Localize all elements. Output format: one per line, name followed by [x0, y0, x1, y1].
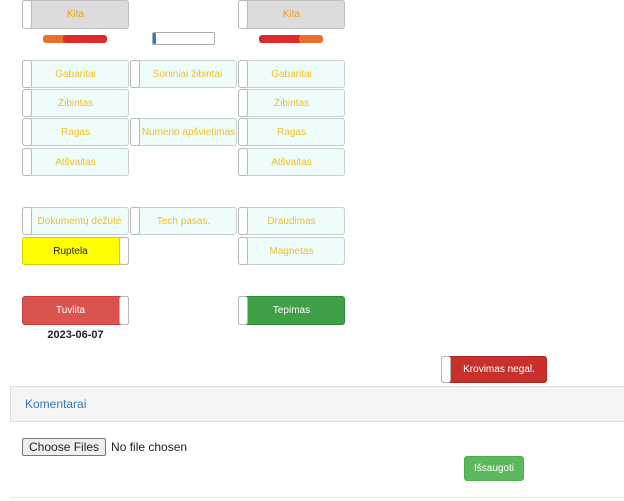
file-input[interactable]: Choose Files No file chosen: [22, 438, 187, 456]
gabaritai-right-label: Gabaritai: [271, 68, 312, 80]
ragas-right-label: Ragas: [277, 126, 306, 138]
toggle-knob: [238, 89, 248, 117]
krovimas-toggle[interactable]: Krovimas negal.: [441, 356, 547, 383]
toggle-knob: [119, 237, 129, 265]
kita-left-toggle[interactable]: Kita: [22, 0, 129, 29]
toggle-knob: [22, 60, 32, 88]
toggle-knob: [238, 60, 248, 88]
zibintas-right-label: Žibintas: [273, 97, 309, 109]
comments-panel-heading[interactable]: Komentarai: [10, 386, 624, 422]
toggle-knob: [22, 0, 32, 29]
toggle-knob: [238, 148, 248, 176]
ragas-right-toggle[interactable]: Ragas: [238, 118, 345, 146]
toggle-knob: [22, 148, 32, 176]
atsvaitas-left-toggle[interactable]: Atšvaitas: [22, 148, 129, 176]
toggle-knob: [22, 118, 32, 146]
zibintas-right-toggle[interactable]: Žibintas: [238, 89, 345, 117]
tepimas-toggle[interactable]: Tepimas: [238, 296, 345, 325]
progress-bar: [152, 32, 215, 45]
save-button[interactable]: Išsaugoti: [464, 456, 524, 481]
toggle-knob: [238, 118, 248, 146]
toggle-knob: [441, 356, 451, 383]
ruptela-label: Ruptela: [53, 245, 88, 257]
kita-left-label: Kita: [66, 9, 85, 20]
soniniai-zibintai-toggle[interactable]: Šoniniai žibintai: [130, 60, 237, 88]
toggle-knob: [130, 207, 140, 235]
soniniai-zibintai-label: Šoniniai žibintai: [152, 68, 223, 80]
magnetas-label: Magnetas: [269, 245, 314, 257]
atsvaitas-right-toggle[interactable]: Atšvaitas: [238, 148, 345, 176]
atsvaitas-right-label: Atšvaitas: [271, 156, 312, 168]
numerio-apsvietimas-label: Numerio apšvietimas: [141, 126, 236, 138]
dokumentu-dezute-toggle[interactable]: Dokumentų dėžutė: [22, 207, 129, 235]
indicator-segment-red: [83, 35, 107, 43]
draudimas-label: Draudimas: [267, 215, 316, 227]
toggle-knob: [119, 296, 129, 325]
tech-pasas-label: Tech pasas.: [156, 215, 211, 227]
comments-title: Komentarai: [25, 397, 87, 411]
progress-fill: [153, 33, 157, 44]
ragas-left-toggle[interactable]: Ragas: [22, 118, 129, 146]
file-status: No file chosen: [111, 440, 188, 454]
atsvaitas-left-label: Atšvaitas: [55, 156, 96, 168]
gabaritai-right-toggle[interactable]: Gabaritai: [238, 60, 345, 88]
gabaritai-left-toggle[interactable]: Gabaritai: [22, 60, 129, 88]
indicator-segment-orange: [299, 35, 323, 43]
divider: [10, 497, 624, 498]
zibintas-left-label: Žibintas: [57, 97, 93, 109]
toggle-knob: [238, 0, 248, 29]
gabaritai-left-label: Gabaritai: [55, 68, 96, 80]
toggle-knob: [238, 296, 248, 325]
tech-pasas-toggle[interactable]: Tech pasas.: [130, 207, 237, 235]
kita-right-toggle[interactable]: Kita: [238, 0, 345, 29]
krovimas-label: Krovimas negal.: [463, 364, 535, 375]
kita-right-label: Kita: [282, 9, 301, 20]
toggle-knob: [238, 237, 248, 265]
tepimas-label: Tepimas: [272, 305, 311, 316]
zibintas-left-toggle[interactable]: Žibintas: [22, 89, 129, 117]
magnetas-toggle[interactable]: Magnetas: [238, 237, 345, 265]
ragas-left-label: Ragas: [61, 126, 90, 138]
status-indicator-right: [259, 34, 323, 44]
tuvlita-toggle[interactable]: Tuvlita: [22, 296, 129, 325]
dokumentu-dezute-label: Dokumentų dėžutė: [37, 215, 122, 227]
toggle-knob: [22, 89, 32, 117]
choose-files-button[interactable]: Choose Files: [22, 438, 107, 456]
toggle-knob: [130, 60, 140, 88]
draudimas-toggle[interactable]: Draudimas: [238, 207, 345, 235]
tuvlita-label: Tuvlita: [55, 305, 86, 316]
tuvlita-date: 2023-06-07: [47, 329, 104, 341]
toggle-knob: [238, 207, 248, 235]
status-indicator-left: [43, 34, 107, 44]
ruptela-toggle[interactable]: Ruptela: [22, 237, 129, 265]
numerio-apsvietimas-toggle[interactable]: Numerio apšvietimas: [130, 118, 237, 146]
